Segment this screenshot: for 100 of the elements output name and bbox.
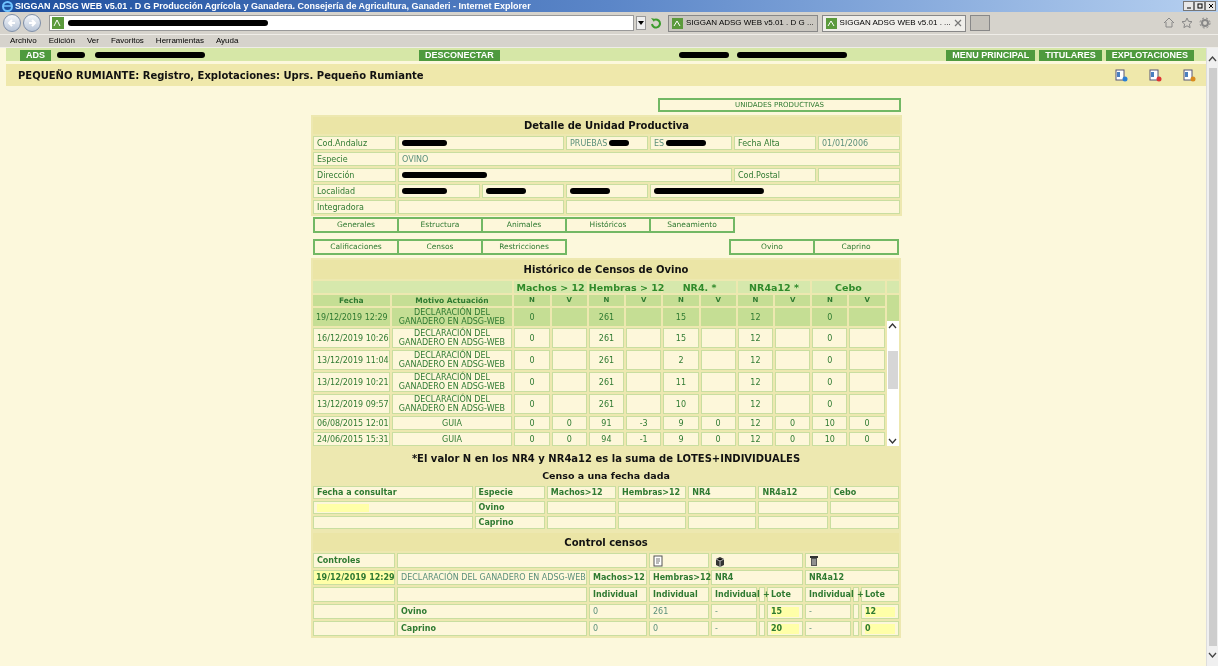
lote-field[interactable]: 20 <box>771 623 799 634</box>
menu-item[interactable]: Ver <box>86 37 99 45</box>
table-row[interactable]: 19/12/2019 12:29 DECLARACIÓN DEL GANADERO EN ADSG-WEB 0 261 15 12 0 <box>313 308 899 326</box>
column-header: NR4a12 <box>758 486 828 499</box>
browser-tab[interactable]: SIGGAN ADSG WEB v5.01 . D G ... <box>668 14 818 32</box>
table-row[interactable]: 24/06/2015 15:31 GUIA 0 0 94 -1 9 0 12 0 10 0 <box>313 432 899 446</box>
caret-icon <box>638 21 644 25</box>
menu-item[interactable]: Herramientas <box>155 37 204 45</box>
table-cell: 0 <box>700 416 736 430</box>
scrollbar-thumb[interactable] <box>1208 68 1217 646</box>
table-cell: -1 <box>626 432 662 446</box>
table-row[interactable]: 13/12/2019 11:04 DECLARACIÓN DEL GANADERO EN ADSG-WEB 0 261 2 12 0 <box>313 350 899 370</box>
menu-item[interactable]: Archivo <box>10 37 37 45</box>
nav-button[interactable]: DESCONECTAR <box>419 50 500 61</box>
menu-item[interactable]: Ayuda <box>215 37 239 45</box>
chevron-up-icon <box>1208 56 1217 62</box>
lote-field[interactable]: 12 <box>865 606 896 617</box>
table-row[interactable]: 16/12/2019 10:26 DECLARACIÓN DEL GANADERO EN ADSG-WEB 0 261 15 12 0 <box>313 328 899 348</box>
section-title: Histórico de Censos de Ovino <box>313 260 899 279</box>
table-cell: 19/12/2019 12:29 <box>313 308 390 326</box>
table-cell <box>759 604 765 619</box>
table-cell: 0 <box>589 621 647 636</box>
table-cell: 2 <box>663 350 699 370</box>
column-header: Lote <box>861 587 900 602</box>
column-header: Hembras>12 <box>649 570 709 585</box>
nav-button[interactable]: TITULARES <box>1039 50 1102 61</box>
table-cell: 12 <box>737 350 773 370</box>
table-cell: GUIA <box>391 432 513 446</box>
table-cell: 11 <box>663 372 699 392</box>
settings-icon <box>1199 17 1211 29</box>
nav-button[interactable]: MENU PRINCIPAL <box>946 50 1036 61</box>
table-cell <box>849 372 885 392</box>
table-cell: 0 <box>514 394 550 414</box>
column-header: Individual <box>805 587 851 602</box>
chevron-down-icon <box>888 438 898 444</box>
address-field[interactable] <box>49 15 634 31</box>
field-label: Cod.Postal <box>734 168 816 182</box>
menu-item[interactable]: Favoritos <box>110 37 144 45</box>
cube-icon <box>715 554 725 567</box>
table-cell <box>775 308 811 326</box>
table-cell: 10 <box>812 416 848 430</box>
table-cell: 0 <box>514 372 550 392</box>
table-cell: 12 <box>737 394 773 414</box>
table-row[interactable]: 13/12/2019 09:57 DECLARACIÓN DEL GANADERO EN ADSG-WEB 0 261 10 12 0 <box>313 394 899 414</box>
table-cell: 0 <box>775 432 811 446</box>
scrollbar-thumb[interactable] <box>887 350 898 389</box>
date-value: 19/12/2019 12:29 <box>313 570 395 585</box>
table-cell: 06/08/2015 12:01 <box>313 416 390 430</box>
table-cell: 12 <box>737 372 773 392</box>
window-title: SIGGAN ADSG WEB v5.01 . D G Producción Agrícola y Ganadera. Consejería de Agricultura, Ganaderi - Internet Explorer <box>15 1 531 11</box>
table-cell <box>551 394 587 414</box>
table-cell: 0 <box>649 621 709 636</box>
column-header: Machos>12 <box>546 486 616 499</box>
table-cell: 12 <box>737 328 773 348</box>
chevron-down-icon <box>1208 652 1217 658</box>
table-cell <box>775 350 811 370</box>
close-icon <box>1206 2 1215 10</box>
toolbar-button[interactable] <box>1148 68 1162 82</box>
scrollbar[interactable] <box>1206 48 1218 666</box>
table-cell: 0 <box>589 604 647 619</box>
tab-label: SIGGAN ADSG WEB v5.01 . D G ... <box>686 17 814 29</box>
forward-icon <box>27 18 37 28</box>
scrollbar[interactable] <box>886 321 899 446</box>
table-cell: 12 <box>737 416 773 430</box>
table-cell <box>758 501 828 514</box>
toolbar-button[interactable] <box>1182 68 1196 82</box>
close-icon <box>953 19 962 27</box>
nav-button[interactable]: ADS <box>20 50 51 61</box>
field-label: Localidad <box>313 184 396 198</box>
table-cell: DECLARACIÓN DEL GANADERO EN ADSG-WEB <box>391 328 513 348</box>
column-header: NR4 <box>688 486 757 499</box>
table-row[interactable]: 06/08/2015 12:01 GUIA 0 0 91 -3 9 0 12 0 10 0 <box>313 416 899 430</box>
forward-button[interactable] <box>23 14 41 32</box>
nav-button[interactable]: EXPLOTACIONES <box>1105 50 1194 61</box>
table-cell: 0 <box>514 328 550 348</box>
column-header: Machos>12 <box>589 570 647 585</box>
new-tab-button[interactable] <box>969 15 990 31</box>
chevron-up-icon <box>888 323 898 329</box>
lote-field[interactable]: 15 <box>771 606 799 617</box>
lote-field[interactable]: 0 <box>865 623 896 634</box>
field-label: Especie <box>313 152 396 166</box>
table-cell: 15 <box>663 328 699 348</box>
table-cell <box>700 350 736 370</box>
site-favicon-icon <box>825 17 837 29</box>
table-cell: 13/12/2019 11:04 <box>313 350 390 370</box>
table-cell: 16/12/2019 10:26 <box>313 328 390 348</box>
column-header: Lote <box>767 587 803 602</box>
back-button[interactable] <box>3 14 21 32</box>
toolbar-button[interactable] <box>1114 68 1128 82</box>
minimize-button[interactable] <box>1183 1 1194 11</box>
table-cell <box>618 501 687 514</box>
close-tab-button[interactable] <box>953 19 962 27</box>
restore-button[interactable] <box>1194 1 1205 11</box>
dropdown-button[interactable] <box>636 16 646 30</box>
section-title: Detalle de Unidad Productiva <box>313 117 901 134</box>
browser-tab[interactable]: SIGGAN ADSG WEB v5.01 . ... <box>821 14 966 32</box>
table-cell: 0 <box>514 416 550 430</box>
close-button[interactable] <box>1205 1 1216 11</box>
table-row[interactable]: 13/12/2019 10:21 DECLARACIÓN DEL GANADERO EN ADSG-WEB 0 261 11 12 0 <box>313 372 899 392</box>
menu-item[interactable]: Edición <box>48 37 75 45</box>
